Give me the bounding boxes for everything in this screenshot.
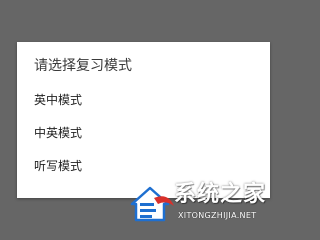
option-zh-en-mode[interactable]: 中英模式: [17, 118, 270, 148]
option-en-zh-mode[interactable]: 英中模式: [17, 85, 270, 115]
watermark-brand: 系统之家: [174, 182, 267, 207]
option-label: 听写模式: [34, 159, 83, 173]
watermark-url: XITONGZHIJIA.NET: [178, 211, 257, 220]
review-mode-dialog: 请选择复习模式 英中模式 中英模式 听写模式: [17, 42, 270, 198]
watermark: 系统之家 XITONGZHIJIA.NET: [128, 180, 296, 228]
option-label: 英中模式: [34, 93, 83, 107]
option-label: 中英模式: [34, 126, 83, 140]
dialog-title: 请选择复习模式: [34, 58, 132, 74]
option-dictation-mode[interactable]: 听写模式: [17, 151, 270, 181]
system-logo-icon: [130, 186, 174, 222]
